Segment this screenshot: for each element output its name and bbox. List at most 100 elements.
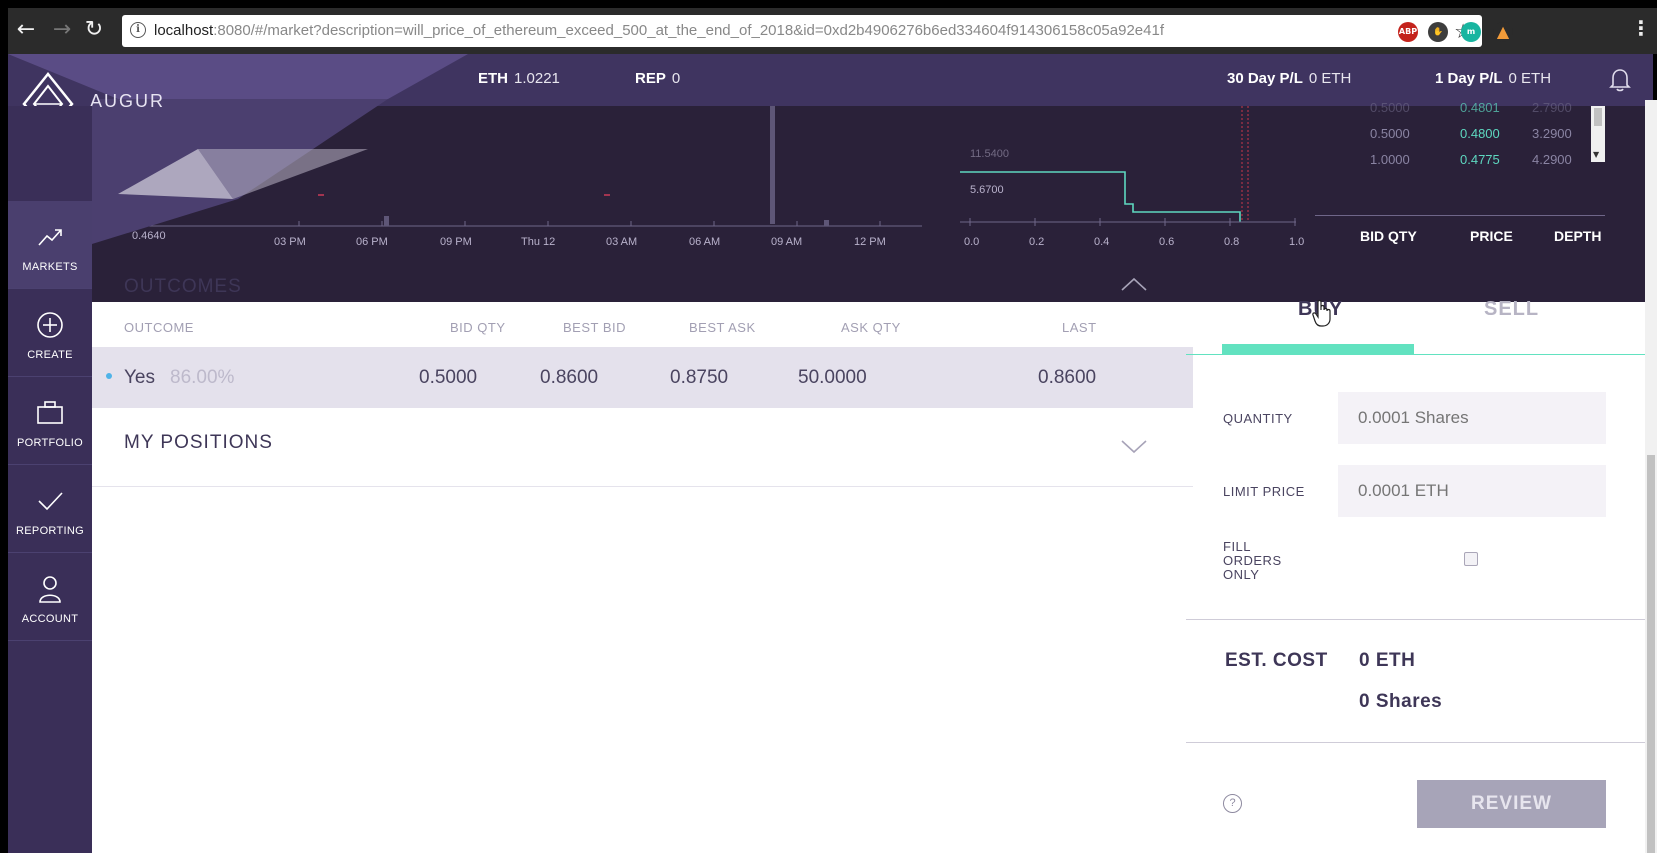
briefcase-icon: [37, 401, 63, 424]
depth-x-tick: 1.0: [1289, 236, 1305, 248]
back-icon[interactable]: ←: [14, 17, 38, 43]
tab-underline: [1186, 354, 1653, 355]
cell-bid-qty: 0.5000: [419, 367, 478, 388]
sidebar-item-label: CREATE: [27, 349, 73, 361]
header-ask-qty: ASK QTY: [841, 320, 901, 335]
help-icon[interactable]: ?: [1223, 794, 1242, 813]
ob-qty: 1.0000: [1370, 152, 1410, 167]
sidebar-item-create[interactable]: CREATE: [8, 289, 92, 377]
header-outcome: OUTCOME: [124, 320, 194, 335]
ob-header-depth: DEPTH: [1554, 228, 1602, 244]
adblock-icon[interactable]: ABP: [1398, 22, 1418, 42]
depth-x-tick: 0.4: [1094, 236, 1110, 248]
cell-best-ask: 0.8750: [670, 367, 729, 388]
outcome-row-yes[interactable]: Yes 86.00% 0.5000 0.8600 0.8750 50.0000 …: [92, 347, 1193, 408]
divider: [1186, 619, 1653, 620]
cell-best-bid: 0.8600: [540, 367, 599, 388]
depth-x-tick: 0.6: [1159, 236, 1175, 248]
fill-orders-only-checkbox[interactable]: [1464, 552, 1478, 566]
divider: [1186, 742, 1653, 743]
check-icon: [38, 492, 63, 511]
depth-x-tick: 0.2: [1029, 236, 1045, 248]
ob-price: 0.4801: [1460, 100, 1500, 115]
fill-orders-only-label: FILL ORDERS ONLY: [1223, 539, 1282, 582]
browser-menu-icon[interactable]: ⋮: [1631, 16, 1651, 40]
chevron-down-icon[interactable]: [1120, 438, 1148, 454]
review-button[interactable]: REVIEW: [1417, 780, 1606, 828]
outcome-percent: 86.00%: [170, 367, 235, 388]
metamask-fox-icon[interactable]: ▲: [1493, 22, 1513, 42]
sidebar-item-label: ACCOUNT: [21, 613, 79, 625]
x-tick: 03 AM: [606, 236, 638, 248]
sidebar-item-markets[interactable]: MARKETS: [8, 201, 92, 289]
est-cost-label: EST. COST: [1225, 650, 1328, 671]
chevron-up-icon[interactable]: [1120, 276, 1148, 292]
sidebar-item-label: REPORTING: [16, 525, 84, 537]
buy-tab-indicator: [1222, 344, 1414, 354]
outcome-name: Yes: [124, 367, 155, 388]
logo-text: AUGUR: [90, 91, 166, 111]
cell-last: 0.8600: [1038, 367, 1097, 388]
my-positions-title[interactable]: MY POSITIONS: [124, 432, 273, 454]
header-bid-qty: BID QTY: [450, 320, 506, 335]
header-best-bid: BEST BID: [563, 320, 627, 335]
divider: [92, 486, 1193, 487]
order-book[interactable]: 0.5000 0.4801 2.7900 0.5000 0.4800 3.290…: [1315, 100, 1605, 216]
pl-1-day: 1 Day P/L 0 ETH: [1435, 70, 1552, 87]
depth-chart[interactable]: [958, 106, 1308, 302]
limit-price-input[interactable]: [1338, 465, 1606, 517]
sidebar: MARKETS CREATE PORTFOLIO REPORTING ACCOU…: [8, 106, 92, 853]
sidebar-item-label: PORTFOLIO: [16, 437, 84, 449]
est-cost-eth: 0 ETH: [1359, 650, 1416, 671]
header-best-ask: BEST ASK: [689, 320, 756, 335]
sidebar-item-account[interactable]: ACCOUNT: [8, 553, 92, 641]
reload-icon[interactable]: ↻: [82, 17, 106, 43]
ob-depth: 2.7900: [1532, 100, 1572, 115]
x-tick: 06 AM: [689, 236, 721, 248]
pl-30-day: 30 Day P/L 0 ETH: [1227, 70, 1352, 87]
extension-m-icon[interactable]: m: [1461, 22, 1481, 42]
quantity-input[interactable]: [1338, 392, 1606, 444]
ob-header-qty: BID QTY: [1360, 228, 1417, 244]
selected-dot: [106, 373, 112, 379]
bell-icon[interactable]: [1609, 68, 1631, 92]
ob-qty: 0.5000: [1370, 100, 1410, 115]
cursor-hand-icon: [1312, 299, 1331, 327]
depth-x-tick: 0.0: [964, 236, 980, 248]
x-tick: 12 PM: [854, 236, 886, 248]
user-icon: [39, 576, 61, 603]
tab-sell[interactable]: SELL: [1484, 298, 1539, 321]
est-cost-shares: 0 Shares: [1359, 691, 1443, 712]
plus-circle-icon: [37, 312, 63, 338]
cell-ask-qty: 50.0000: [798, 367, 867, 388]
header-last: LAST: [1062, 320, 1097, 335]
ob-price: 0.4775: [1460, 152, 1500, 167]
depth-y-label: 5.6700: [970, 184, 1004, 196]
ob-depth: 3.2900: [1532, 126, 1572, 141]
outcomes-title: OUTCOMES: [124, 276, 242, 297]
ob-header-price: PRICE: [1470, 228, 1513, 244]
sidebar-item-portfolio[interactable]: PORTFOLIO: [8, 377, 92, 465]
sidebar-item-reporting[interactable]: REPORTING: [8, 465, 92, 553]
depth-y-label: 11.5400: [970, 148, 1009, 160]
forward-icon[interactable]: →: [50, 17, 74, 43]
augur-app: ETH 1.0221 REP 0 30 Day P/L 0 ETH 1 Day P/L…: [8, 54, 1653, 853]
sidebar-item-label: MARKETS: [22, 261, 78, 273]
info-icon[interactable]: i: [130, 22, 146, 38]
eth-balance: ETH 1.0221: [478, 70, 560, 87]
address-bar[interactable]: i localhost:8080/#/market?description=wi…: [122, 15, 1482, 47]
browser-toolbar: ← → ↻ i localhost:8080/#/market?descript…: [8, 8, 1657, 54]
x-tick: 09 AM: [771, 236, 803, 248]
extension-hand-icon[interactable]: ✋: [1428, 22, 1448, 42]
x-tick: Thu 12: [521, 236, 556, 248]
ob-price: 0.4800: [1460, 126, 1500, 141]
ob-depth: 4.2900: [1532, 152, 1572, 167]
limit-price-label: LIMIT PRICE: [1223, 484, 1305, 499]
page-scrollbar[interactable]: [1645, 100, 1657, 853]
rep-balance: REP 0: [635, 70, 681, 87]
depth-x-tick: 0.8: [1224, 236, 1240, 248]
order-book-scrollbar[interactable]: ▼: [1591, 106, 1605, 162]
url-text[interactable]: localhost:8080/#/market?description=will…: [154, 22, 1164, 39]
ob-qty: 0.5000: [1370, 126, 1410, 141]
quantity-label: QUANTITY: [1223, 411, 1293, 426]
